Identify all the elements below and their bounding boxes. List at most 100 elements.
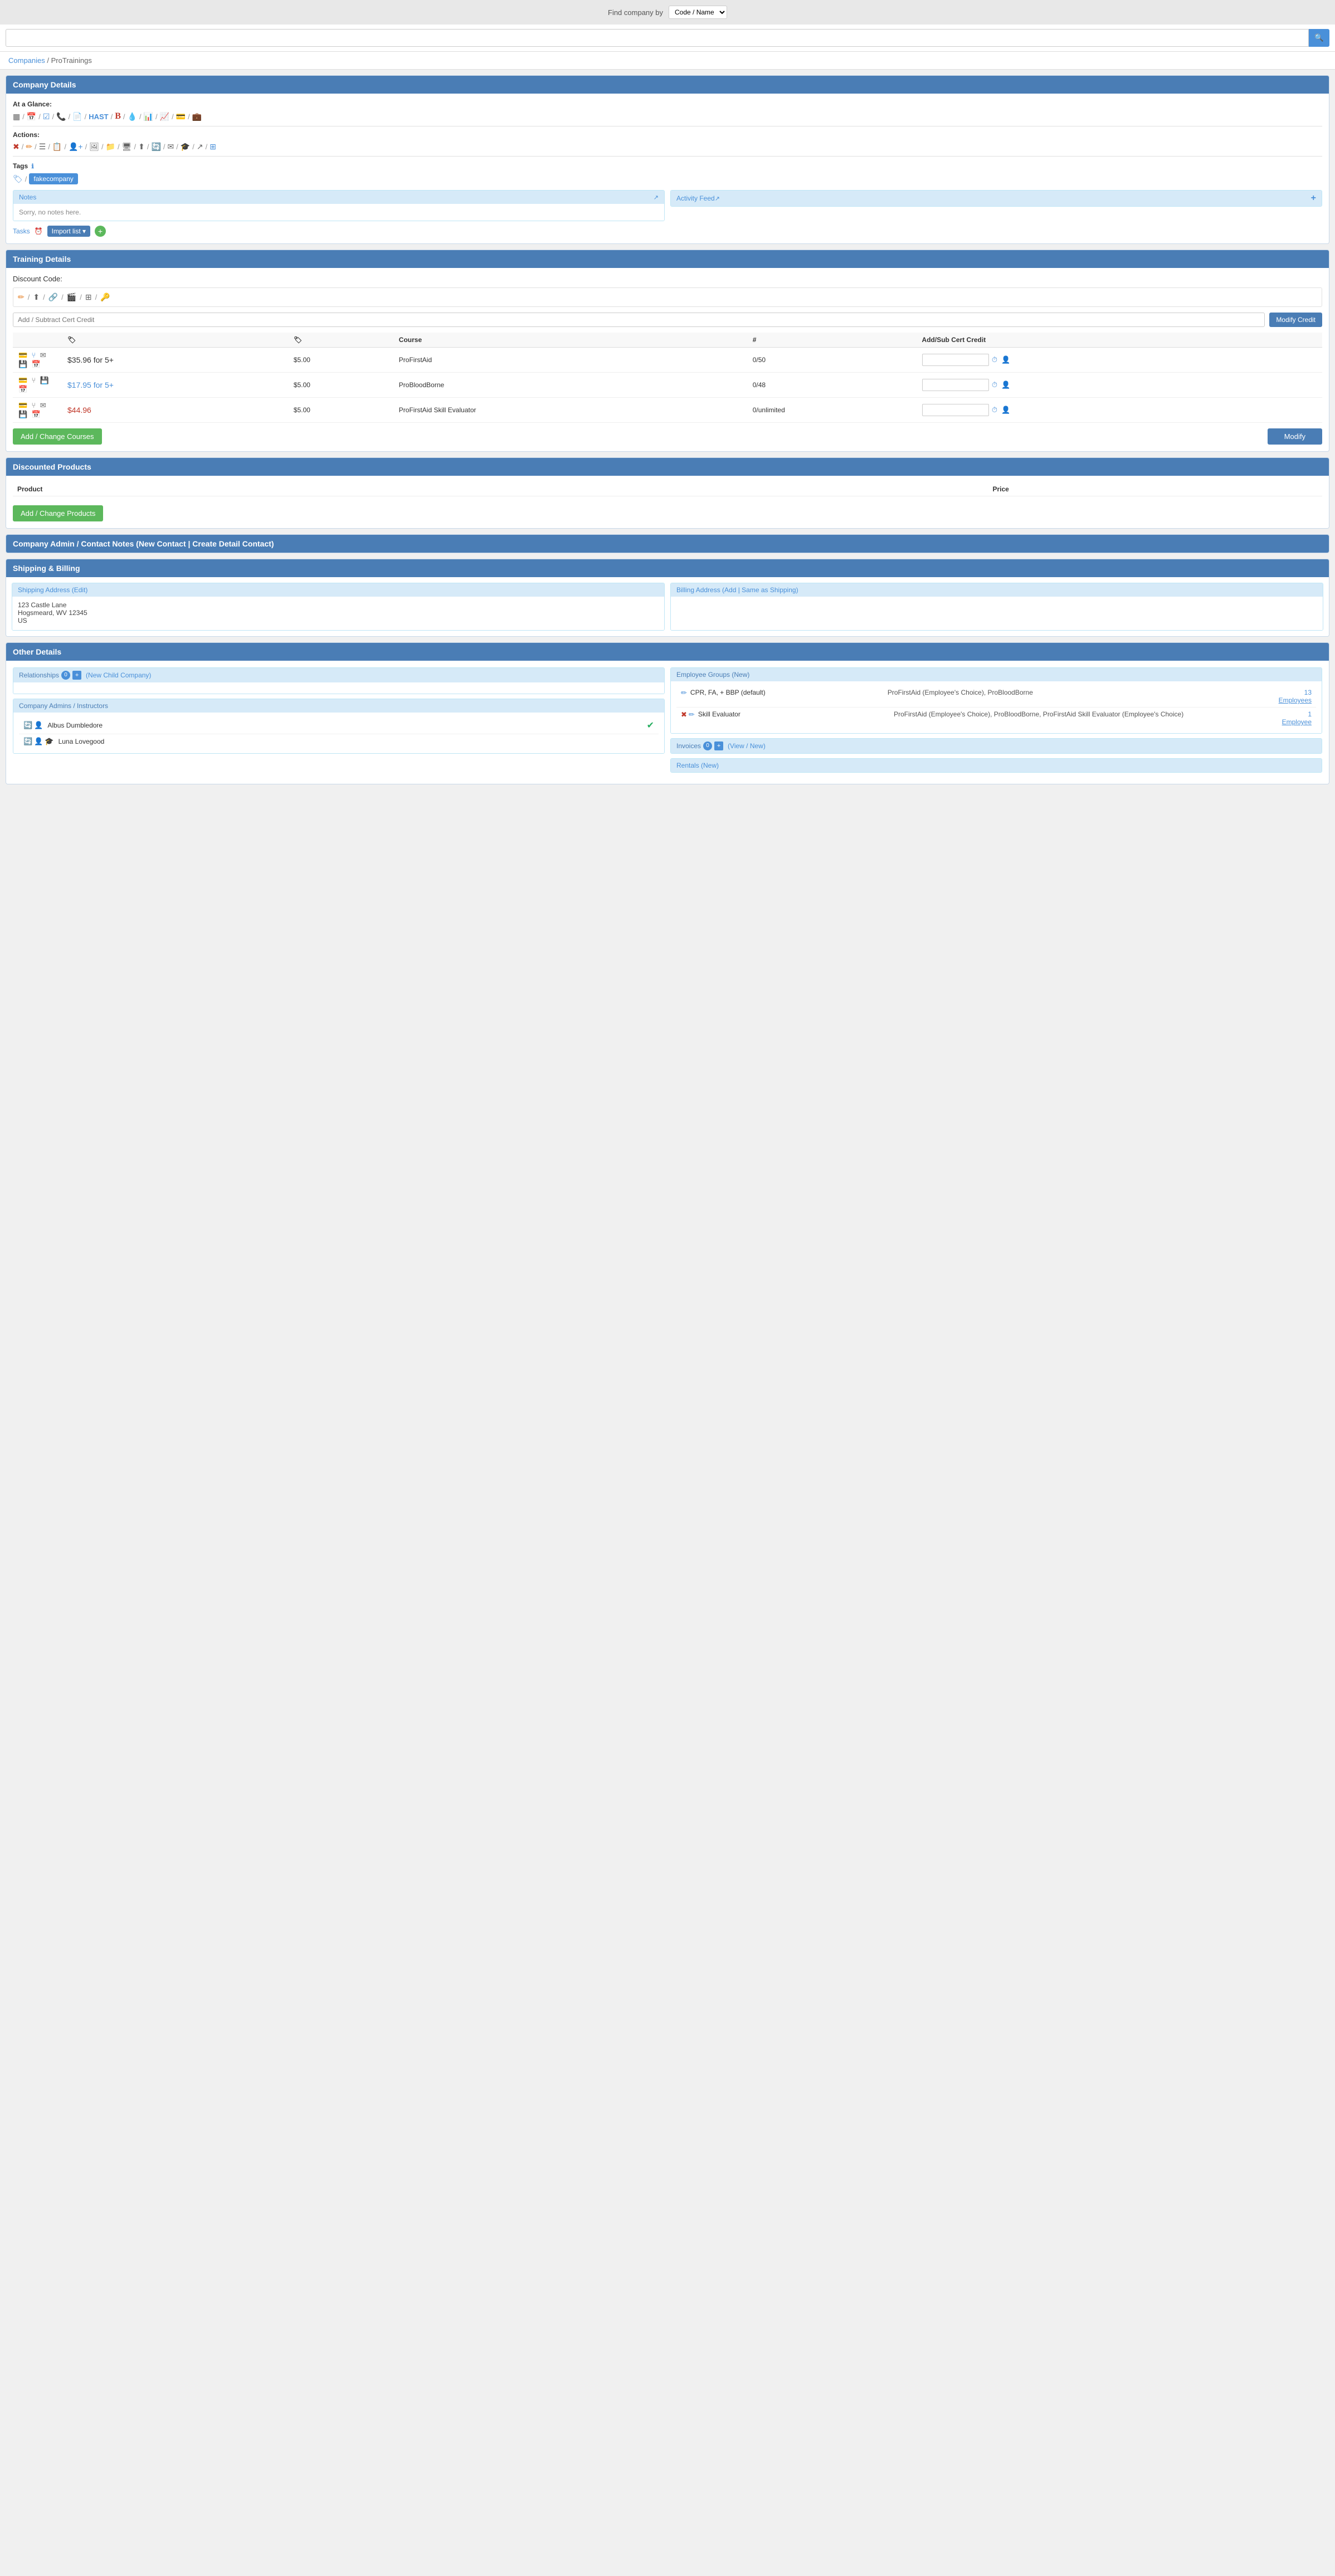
add-person-icon[interactable]: 👤+ bbox=[69, 142, 83, 152]
org-chart-icon[interactable]: ⊞ bbox=[209, 142, 216, 152]
monitor-icon[interactable]: 🖥 bbox=[122, 142, 132, 152]
course-save-icon-1[interactable]: 💾 bbox=[40, 376, 49, 385]
admin-person-icon-0[interactable]: 👤 bbox=[34, 721, 43, 730]
rentals-label[interactable]: Rentals (New) bbox=[676, 762, 719, 769]
invoices-actions-link[interactable]: (View / New) bbox=[728, 742, 766, 750]
discounted-products-section: Discounted Products Product Price Add / … bbox=[6, 457, 1329, 529]
breadcrumb-companies[interactable]: Companies bbox=[8, 56, 45, 65]
card-icon[interactable]: 💳 bbox=[176, 112, 186, 121]
list-icon[interactable]: ☰ bbox=[39, 142, 46, 152]
emp-group-courses-1: ProFirstAid (Employee's Choice), ProBloo… bbox=[894, 710, 1279, 718]
admin-refresh-icon-0[interactable]: 🔄 bbox=[23, 721, 32, 730]
droplet-icon[interactable]: 💧 bbox=[128, 112, 137, 121]
tag-fakecompany[interactable]: fakecompany bbox=[29, 173, 77, 184]
course-person-icon-1[interactable]: 👤 bbox=[1001, 380, 1010, 389]
course-card-icon-0[interactable]: 💳 bbox=[18, 351, 27, 360]
company-details-header: Company Details bbox=[6, 76, 1329, 94]
training-video-icon[interactable]: 🎬 bbox=[67, 292, 76, 302]
bar-chart2-icon[interactable]: 📈 bbox=[160, 112, 169, 121]
training-table-icon[interactable]: ⊞ bbox=[85, 292, 92, 302]
tags-label: Tags ℹ bbox=[13, 162, 1322, 170]
course-calendar-icon-2[interactable]: 📅 bbox=[32, 410, 41, 419]
admin-grad-icon-1[interactable]: 🎓 bbox=[45, 737, 53, 746]
course-person-icon-0[interactable]: 👤 bbox=[1001, 355, 1010, 364]
course-fork-icon-1[interactable]: ⑂ bbox=[32, 376, 36, 384]
modify-credit-btn[interactable]: Modify Credit bbox=[1269, 313, 1322, 327]
course-calendar-icon-1[interactable]: 📅 bbox=[18, 385, 27, 394]
emp-group-count-1: 1Employee bbox=[1282, 710, 1312, 726]
delete-icon[interactable]: ✖ bbox=[13, 142, 20, 152]
other-details-body: Relationships 0 + (New Child Company) Co… bbox=[6, 661, 1329, 784]
share-icon[interactable]: ↗ bbox=[197, 142, 203, 152]
email-icon[interactable]: ✉ bbox=[168, 142, 174, 152]
list-check-icon[interactable]: ☑ bbox=[43, 112, 50, 121]
notes-section: Notes ↗ Sorry, no notes here. bbox=[13, 190, 665, 221]
course-credit-input-1[interactable] bbox=[922, 379, 989, 391]
phone-icon[interactable]: 📞 bbox=[56, 112, 66, 121]
admin-refresh-icon-1[interactable]: 🔄 bbox=[23, 737, 32, 746]
add-change-courses-btn[interactable]: Add / Change Courses bbox=[13, 428, 102, 445]
folder-icon[interactable]: 📁 bbox=[106, 142, 115, 152]
emp-delete-icon[interactable]: ✖ bbox=[681, 710, 687, 719]
graduation-icon[interactable]: 🎓 bbox=[181, 142, 190, 152]
course-credit-input-0[interactable] bbox=[922, 354, 989, 366]
shipping-billing-header: Shipping & Billing bbox=[6, 559, 1329, 577]
briefcase-icon[interactable]: 💼 bbox=[192, 112, 202, 121]
shipping-line2: Hogsmeard, WV 12345 bbox=[18, 609, 659, 617]
modify-btn[interactable]: Modify bbox=[1268, 428, 1322, 445]
cert-credit-input[interactable] bbox=[13, 313, 1265, 327]
course-credit-input-2[interactable] bbox=[922, 404, 989, 416]
course-time-icon-2[interactable]: ⏱ bbox=[992, 406, 997, 414]
new-child-link[interactable]: (New Child Company) bbox=[86, 671, 151, 679]
course-save-icon-2[interactable]: 💾 bbox=[18, 410, 27, 419]
course-card-icon-1[interactable]: 💳 bbox=[18, 376, 27, 385]
admin-row: 🔄 👤 Albus Dumbledore ✔ bbox=[19, 717, 659, 734]
course-save-icon-0[interactable]: 💾 bbox=[18, 360, 27, 369]
admin-person-icon-1[interactable]: 👤 bbox=[34, 737, 43, 746]
file-icon[interactable]: 📄 bbox=[72, 112, 82, 121]
activity-add-btn[interactable]: + bbox=[1311, 193, 1316, 203]
training-link-icon[interactable]: 🔗 bbox=[48, 292, 58, 302]
import-list-btn[interactable]: Import list ▾ bbox=[47, 226, 90, 237]
billing-address-box: Billing Address (Add | Same as Shipping) bbox=[670, 583, 1323, 631]
course-calendar-icon-0[interactable]: 📅 bbox=[32, 360, 41, 369]
upload-icon[interactable]: ⬆ bbox=[138, 142, 145, 152]
emp-edit-icon-1[interactable]: ✏ bbox=[689, 710, 695, 719]
invoices-add-icon[interactable]: + bbox=[714, 741, 723, 750]
course-fork-icon-2[interactable]: ⑂ bbox=[32, 401, 36, 409]
discount-code-label: Discount Code: bbox=[13, 275, 1322, 283]
emp-edit-icon-0[interactable]: ✏ bbox=[681, 689, 687, 697]
course-row: 💳 ⑂ ✉ 💾 📅 $44.96 $5.00 ProFirstAid Skill… bbox=[13, 398, 1322, 423]
course-card-icon-2[interactable]: 💳 bbox=[18, 401, 27, 410]
notes-icon[interactable]: 📋 bbox=[52, 142, 62, 152]
course-time-icon-1[interactable]: ⏱ bbox=[992, 380, 997, 389]
course-time-icon-0[interactable]: ⏱ bbox=[992, 355, 997, 364]
course-fork-icon-0[interactable]: ⑂ bbox=[32, 351, 36, 359]
course-person-icon-2[interactable]: 👤 bbox=[1001, 406, 1010, 414]
image-icon[interactable]: 🖼 bbox=[89, 142, 99, 152]
bar-chart-icon[interactable]: 📊 bbox=[144, 112, 153, 121]
add-change-products-btn[interactable]: Add / Change Products bbox=[13, 505, 103, 521]
find-company-select[interactable]: Code / Name Email Phone bbox=[669, 6, 727, 19]
tasks-icon[interactable]: ⏰ bbox=[35, 227, 43, 235]
search-input[interactable] bbox=[6, 29, 1309, 47]
refresh-icon[interactable]: 🔄 bbox=[151, 142, 160, 152]
course-email-icon-0[interactable]: ✉ bbox=[40, 351, 46, 360]
search-button[interactable]: 🔍 bbox=[1309, 29, 1329, 47]
activity-link-icon[interactable]: ↗ bbox=[715, 195, 720, 202]
b-brand: B bbox=[115, 111, 121, 121]
shipping-address-header: Shipping Address (Edit) bbox=[12, 583, 664, 597]
tag-icon[interactable]: 🏷 bbox=[13, 174, 23, 184]
course-email-icon-2[interactable]: ✉ bbox=[40, 401, 46, 410]
employee-groups-box: Employee Groups (New) ✏ CPR, FA, + BBP (… bbox=[670, 667, 1322, 734]
training-edit-icon[interactable]: ✏ bbox=[18, 292, 25, 302]
notes-external-link-icon[interactable]: ↗ bbox=[654, 194, 659, 201]
edit-icon[interactable]: ✏ bbox=[26, 142, 32, 152]
calendar-icon[interactable]: 📅 bbox=[27, 112, 36, 121]
company-admins-box: Company Admins / Instructors 🔄 👤 Albus D… bbox=[13, 699, 665, 754]
doc-icon[interactable]: ▦ bbox=[13, 112, 20, 121]
training-upload-icon[interactable]: ⬆ bbox=[33, 292, 40, 302]
relationships-add-icon[interactable]: + bbox=[72, 671, 81, 680]
tasks-add-btn[interactable]: + bbox=[95, 226, 106, 237]
training-key-icon[interactable]: 🔑 bbox=[100, 292, 110, 302]
